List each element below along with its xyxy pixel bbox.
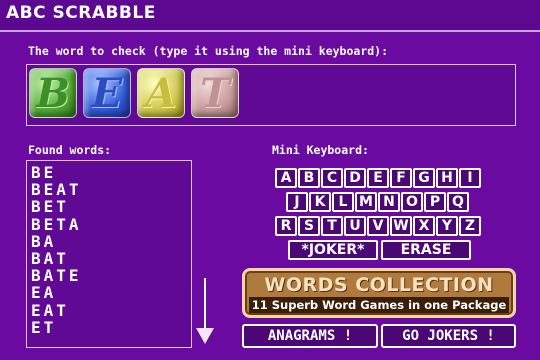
key-e[interactable]: E xyxy=(367,168,389,188)
letter-tile[interactable]: A xyxy=(137,68,185,118)
key-b[interactable]: B xyxy=(298,168,320,188)
scroll-down-arrow-icon[interactable] xyxy=(196,328,214,344)
key-g[interactable]: G xyxy=(413,168,435,188)
words-collection-banner[interactable]: WORDS COLLECTION 11 Superb Word Games in… xyxy=(242,268,516,318)
letter-tile[interactable]: B xyxy=(29,68,77,118)
key-u[interactable]: U xyxy=(344,216,366,236)
key-d[interactable]: D xyxy=(344,168,366,188)
found-words-scrollbar[interactable] xyxy=(194,160,216,346)
key-f[interactable]: F xyxy=(390,168,412,188)
found-words-label: Found words: xyxy=(28,143,112,157)
list-item[interactable]: BAT xyxy=(31,250,171,267)
anagrams-button[interactable]: ANAGRAMS ! xyxy=(242,324,378,348)
key-h[interactable]: H xyxy=(436,168,458,188)
scroll-track xyxy=(204,278,206,330)
app-window: ABC SCRABBLE The word to check (type it … xyxy=(0,0,540,360)
key-p[interactable]: P xyxy=(424,192,446,212)
list-item[interactable]: BATE xyxy=(31,267,171,284)
key-l[interactable]: L xyxy=(332,192,354,212)
list-item[interactable]: EAT xyxy=(31,301,171,318)
key-n[interactable]: N xyxy=(378,192,400,212)
key-w[interactable]: W xyxy=(390,216,412,236)
found-words-list-box: BE BEAT BET BETA BA BAT BATE EA EAT ET xyxy=(26,160,192,348)
list-item[interactable]: EA xyxy=(31,284,171,301)
go-jokers-button[interactable]: GO JOKERS ! xyxy=(381,324,516,348)
banner-title: WORDS COLLECTION xyxy=(264,274,494,296)
banner-subtitle: 11 Superb Word Games in one Package xyxy=(249,297,509,313)
key-v[interactable]: V xyxy=(367,216,389,236)
list-item[interactable]: BETA xyxy=(31,215,171,232)
mini-keyboard-label: Mini Keyboard: xyxy=(272,143,369,157)
list-item[interactable]: BA xyxy=(31,233,171,250)
key-t[interactable]: T xyxy=(321,216,343,236)
key-z[interactable]: Z xyxy=(459,216,481,236)
key-r[interactable]: R xyxy=(275,216,297,236)
list-item[interactable]: BEAT xyxy=(31,181,171,198)
key-a[interactable]: A xyxy=(275,168,297,188)
letter-tile[interactable]: E xyxy=(83,68,131,118)
list-item[interactable]: ET xyxy=(31,318,171,335)
key-x[interactable]: X xyxy=(413,216,435,236)
found-words-list: BE BEAT BET BETA BA BAT BATE EA EAT ET xyxy=(31,164,171,336)
erase-key[interactable]: ERASE xyxy=(381,240,471,260)
word-check-box: B E A T xyxy=(26,64,516,126)
list-item[interactable]: BET xyxy=(31,198,171,215)
word-check-label: The word to check (type it using the min… xyxy=(28,44,389,58)
key-y[interactable]: Y xyxy=(436,216,458,236)
letter-tile[interactable]: T xyxy=(191,68,239,118)
app-title: ABC SCRABBLE xyxy=(6,3,156,23)
key-c[interactable]: C xyxy=(321,168,343,188)
key-i[interactable]: I xyxy=(459,168,481,188)
key-k[interactable]: K xyxy=(309,192,331,212)
list-item[interactable]: BE xyxy=(31,164,171,181)
key-s[interactable]: S xyxy=(298,216,320,236)
key-m[interactable]: M xyxy=(355,192,377,212)
key-j[interactable]: J xyxy=(286,192,308,212)
key-q[interactable]: Q xyxy=(447,192,469,212)
title-bar: ABC SCRABBLE xyxy=(0,0,540,32)
key-o[interactable]: O xyxy=(401,192,423,212)
joker-key[interactable]: *JOKER* xyxy=(288,240,378,260)
